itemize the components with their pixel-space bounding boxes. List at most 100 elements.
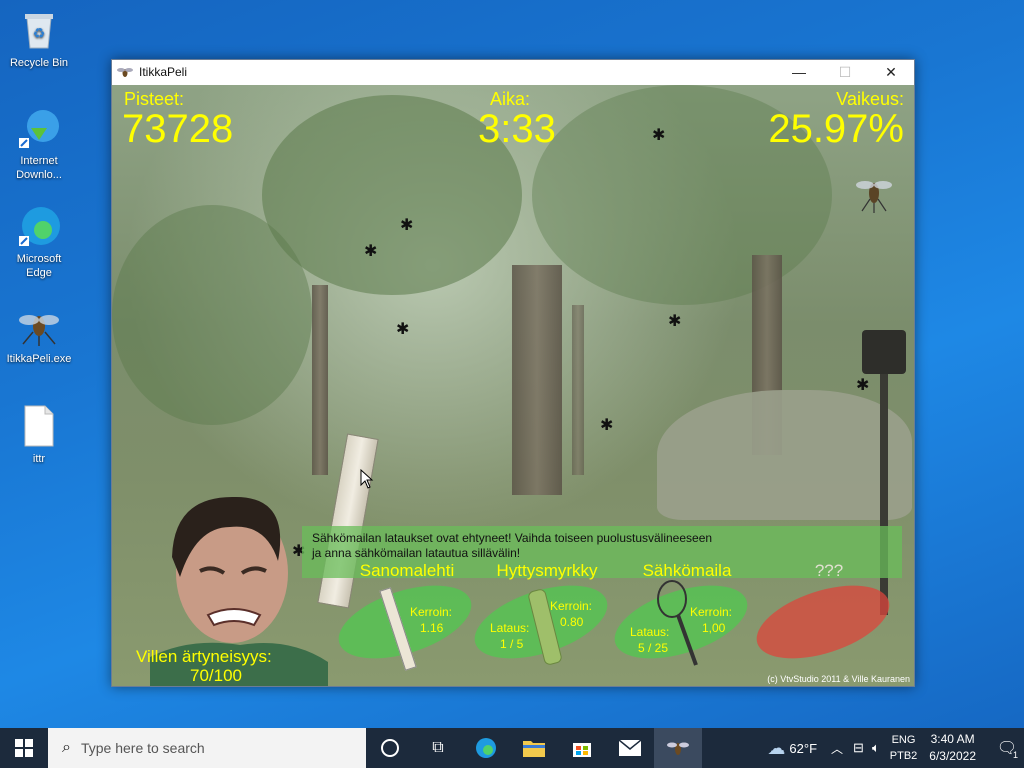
game-window: ItikkaPeli — ☐ ✕ Pisteet: 73728 Aika: 3:… (111, 59, 915, 687)
store-icon (573, 743, 591, 757)
weather-icon[interactable]: ☁ (767, 738, 785, 759)
mosquito[interactable]: ✱ (364, 241, 377, 261)
recycle-bin-icon: ♻ (17, 8, 61, 52)
mosquito-icon (17, 304, 61, 348)
notification-center-button[interactable]: 🗨︎ 1 (990, 728, 1024, 768)
clock[interactable]: 3:40 AM 6/3/2022 (929, 731, 976, 765)
windows-logo-icon (15, 739, 33, 757)
taskbar-store[interactable] (558, 728, 606, 768)
task-view-icon: ⧉ (432, 739, 444, 756)
weapon-sahkomaila[interactable]: Sähkömaila Kerroin: 1,00 Lataus: 5 / 25 (605, 561, 762, 673)
mouse-pointer-icon (360, 468, 374, 494)
mosquito[interactable]: ✱ (652, 125, 665, 145)
mosquito[interactable]: ✱ (400, 215, 413, 235)
close-button[interactable]: ✕ (868, 60, 914, 84)
multiplier-label: Kerroin: (410, 605, 453, 619)
mosquito[interactable]: ✱ (396, 319, 409, 339)
search-icon: ⌕ (62, 739, 71, 756)
weapon-hyttysmyrkky[interactable]: Hyttysmyrkky Kerroin: 0.80 Lataus: 1 / 5 (465, 561, 622, 673)
multiplier-value: 0.80 (560, 615, 584, 629)
start-button[interactable] (0, 728, 48, 768)
cortana-icon (381, 739, 399, 757)
cortana-button[interactable] (366, 728, 414, 768)
desktop-icon-itikkapeli[interactable]: ItikkaPeli.exe (2, 304, 76, 366)
tree-trunk (572, 305, 584, 475)
desktop-icon-label: Microsoft Edge (16, 253, 62, 279)
clock-time: 3:40 AM (930, 732, 975, 746)
irritation-label: Villen ärtyneisyys: (136, 647, 272, 666)
weapon-sanomalehti[interactable]: Sanomalehti Kerroin: 1.16 (329, 561, 482, 673)
svg-text:♻: ♻ (33, 25, 46, 41)
taskbar-search-box[interactable]: ⌕ Type here to search (48, 728, 366, 768)
multiplier-value: 1,00 (702, 621, 726, 635)
search-placeholder: Type here to search (80, 740, 205, 756)
charge-value: 5 / 25 (638, 641, 669, 655)
weapon-name: Hyttysmyrkky (496, 561, 598, 580)
status-message-line: Sähkömailan lataukset ovat ehtyneet! Vai… (312, 531, 713, 545)
large-mosquito[interactable] (854, 173, 894, 213)
window-title: ItikkaPeli (139, 65, 188, 79)
tree-foliage (112, 205, 312, 425)
minimize-button[interactable]: — (776, 60, 822, 84)
difficulty-value: 25.97% (768, 107, 904, 151)
taskbar-itikkapeli[interactable] (654, 728, 702, 768)
mosquito-icon (117, 64, 133, 80)
task-view-button[interactable]: ⧉ (414, 728, 462, 768)
edge-icon (17, 204, 61, 248)
charge-label: Lataus: (490, 621, 530, 635)
edge-icon (476, 738, 496, 758)
charge-label: Lataus: (630, 625, 670, 639)
file-icon (17, 404, 61, 448)
internet-download-manager-icon (17, 106, 61, 150)
keyboard-layout: PTB2 (889, 750, 918, 762)
desktop-icon-label: ItikkaPeli.exe (6, 353, 72, 365)
desktop-icon-internet-download[interactable]: Internet Downlo... (2, 106, 76, 182)
network-icon[interactable]: ⊟ (853, 740, 864, 756)
irritation-value: 70/100 (190, 666, 242, 685)
weapon-name: ??? (814, 561, 844, 580)
taskbar-file-explorer[interactable] (510, 728, 558, 768)
window-titlebar[interactable]: ItikkaPeli — ☐ ✕ (112, 60, 914, 84)
score-value: 73728 (122, 107, 234, 151)
status-message-line: ja anna sähkömailan latautua sillävälin! (312, 546, 521, 560)
multiplier-label: Kerroin: (690, 605, 733, 619)
tree-trunk (312, 285, 328, 475)
taskbar: ⌕ Type here to search ⧉ ☁ 62°F ︿ ⊟ 🔈︎ EN… (0, 728, 1024, 768)
desktop-icon-label: Recycle Bin (9, 57, 69, 69)
desktop-icon-microsoft-edge[interactable]: Microsoft Edge (2, 204, 76, 280)
mosquito[interactable]: ✱ (856, 375, 869, 395)
lamp-head (862, 330, 906, 374)
volume-muted-icon[interactable]: 🔈︎ (872, 740, 880, 756)
weapon-unknown: ??? (747, 561, 904, 673)
multiplier-label: Kerroin: (550, 599, 593, 613)
mosquito[interactable]: ✱ (668, 311, 681, 331)
notification-count: 1 (1012, 750, 1018, 760)
charge-value: 1 / 5 (500, 637, 524, 651)
tree-trunk (512, 265, 562, 495)
weapon-name: Sähkömaila (642, 561, 732, 580)
game-canvas[interactable]: Pisteet: 73728 Aika: 3:33 Vaikeus: 25.97… (112, 85, 914, 686)
weapon-selector (747, 571, 899, 673)
language-indicator[interactable]: ENG PTB2 (890, 732, 918, 764)
desktop-icon-recycle-bin[interactable]: ♻ Recycle Bin (2, 8, 76, 70)
mosquito[interactable]: ✱ (600, 415, 613, 435)
copyright-text: (c) VtvStudio 2011 & Ville Kauranen (767, 674, 910, 684)
folder-icon (523, 741, 545, 757)
system-tray: ☁ 62°F ︿ ⊟ 🔈︎ ENG PTB2 3:40 AM 6/3/2022 … (767, 728, 1024, 768)
chevron-up-icon[interactable]: ︿ (831, 740, 843, 757)
maximize-button: ☐ (838, 63, 852, 80)
time-value: 3:33 (478, 107, 556, 151)
weather-temp[interactable]: 62°F (789, 741, 817, 756)
mail-icon (619, 740, 641, 756)
rock (657, 390, 912, 520)
desktop-icon-label: Internet Downlo... (16, 155, 62, 181)
language-code: ENG (891, 734, 916, 746)
clock-date: 6/3/2022 (929, 749, 976, 763)
mosquito-icon (667, 742, 689, 755)
desktop-icon-label: ittr (32, 453, 46, 465)
taskbar-mail[interactable] (606, 728, 654, 768)
desktop-icon-ittr[interactable]: ittr (2, 404, 76, 466)
weapon-name: Sanomalehti (359, 561, 455, 580)
taskbar-edge[interactable] (462, 728, 510, 768)
multiplier-value: 1.16 (420, 621, 444, 635)
